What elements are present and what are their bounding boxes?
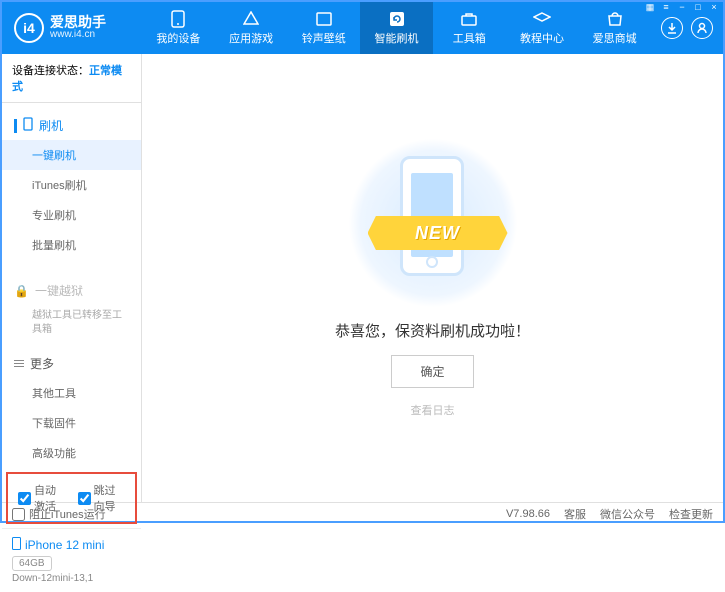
nav-flash[interactable]: 智能刷机	[360, 2, 433, 54]
device-detail: Down-12mini-13,1	[12, 573, 131, 584]
nav-my-device[interactable]: 我的设备	[142, 2, 215, 54]
main-nav: 我的设备 应用游戏 铃声壁纸 智能刷机 工具箱 教程中心 爱思商城	[142, 2, 651, 54]
win-skin[interactable]: ▦	[643, 2, 657, 12]
app-title: 爱思助手	[50, 15, 106, 29]
menu-download-firmware[interactable]: 下载固件	[2, 408, 141, 438]
wechat-link[interactable]: 微信公众号	[600, 506, 655, 522]
app-url: www.i4.cn	[50, 29, 106, 41]
logo-area: i4 爱思助手 www.i4.cn	[2, 13, 142, 43]
win-close[interactable]: ×	[707, 2, 721, 12]
menu-advanced[interactable]: 高级功能	[2, 438, 141, 468]
jailbreak-note: 越狱工具已转移至工具箱	[2, 305, 141, 341]
version-label: V7.98.66	[506, 508, 550, 520]
new-ribbon: NEW	[368, 216, 508, 250]
service-link[interactable]: 客服	[564, 506, 586, 522]
connection-status: 设备连接状态：正常模式	[2, 54, 141, 103]
checkbox-block-itunes[interactable]: 阻止iTunes运行	[12, 506, 106, 522]
confirm-button[interactable]: 确定	[391, 355, 473, 388]
graduation-icon	[533, 10, 551, 28]
storage-badge: 64GB	[12, 556, 52, 571]
menu-oneclick-flash[interactable]: 一键刷机	[2, 140, 141, 170]
section-jailbreak: 🔒 一键越狱	[2, 276, 141, 305]
nav-toolbox[interactable]: 工具箱	[433, 2, 506, 54]
view-log-link[interactable]: 查看日志	[411, 402, 455, 418]
win-max[interactable]: □	[691, 2, 705, 12]
header: i4 爱思助手 www.i4.cn 我的设备 应用游戏 铃声壁纸 智能刷机 工具…	[2, 2, 723, 54]
apps-icon	[242, 10, 260, 28]
menu-pro-flash[interactable]: 专业刷机	[2, 200, 141, 230]
phone-small-icon	[23, 117, 33, 134]
main-content: NEW 恭喜您，保资料刷机成功啦！ 确定 查看日志	[142, 54, 723, 502]
section-more: 更多	[2, 349, 141, 378]
menu-itunes-flash[interactable]: iTunes刷机	[2, 170, 141, 200]
sidebar: 设备连接状态：正常模式 刷机 一键刷机 iTunes刷机 专业刷机 批量刷机 🔒…	[2, 54, 142, 502]
phone-icon	[169, 10, 187, 28]
success-message: 恭喜您，保资料刷机成功啦！	[335, 320, 530, 341]
nav-tutorials[interactable]: 教程中心	[506, 2, 579, 54]
store-icon	[606, 10, 624, 28]
lock-icon: 🔒	[14, 284, 29, 298]
win-menu[interactable]: ≡	[659, 2, 673, 12]
nav-ringtones[interactable]: 铃声壁纸	[287, 2, 360, 54]
success-illustration: NEW	[358, 138, 508, 308]
refresh-icon	[388, 10, 406, 28]
win-min[interactable]: −	[675, 2, 689, 12]
list-icon	[14, 358, 24, 369]
update-link[interactable]: 检查更新	[669, 506, 713, 522]
app-logo-icon: i4	[14, 13, 44, 43]
device-panel[interactable]: iPhone 12 mini 64GB Down-12mini-13,1	[2, 528, 141, 592]
download-button[interactable]	[661, 17, 683, 39]
user-button[interactable]	[691, 17, 713, 39]
nav-apps[interactable]: 应用游戏	[215, 2, 288, 54]
wallpaper-icon	[315, 10, 333, 28]
menu-other-tools[interactable]: 其他工具	[2, 378, 141, 408]
section-flash: 刷机	[2, 111, 141, 140]
menu-batch-flash[interactable]: 批量刷机	[2, 230, 141, 260]
toolbox-icon	[460, 10, 478, 28]
device-icon	[12, 537, 21, 553]
